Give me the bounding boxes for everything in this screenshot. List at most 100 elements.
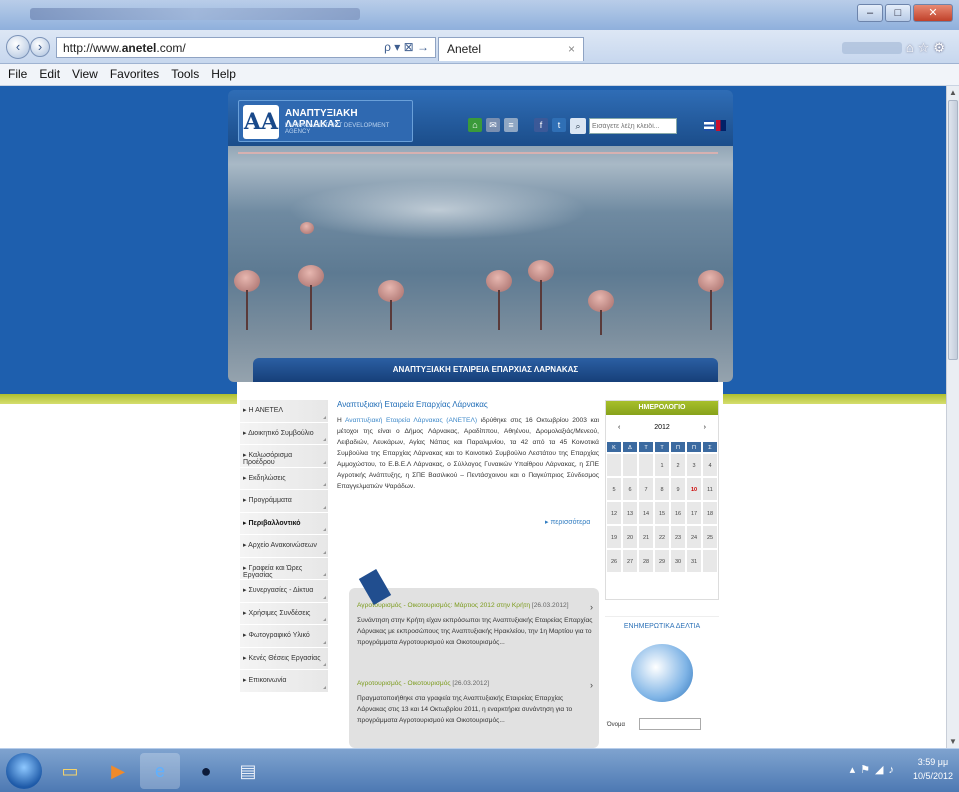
news-title[interactable]: Αγροτουρισμός - Οικοτουρισμός: Μάρτιος 2… (357, 602, 530, 609)
search-input[interactable] (589, 118, 677, 134)
nav-item-programs[interactable]: ▸ Προγράμματα (240, 490, 328, 513)
news-title[interactable]: Αγροτουρισμός - Οικοτουρισμός (357, 680, 451, 687)
chevron-right-icon[interactable]: › (590, 680, 593, 690)
nav-item-contact[interactable]: ▸ Επικοινωνία (240, 670, 328, 693)
calendar-day[interactable]: 18 (702, 501, 718, 525)
calendar-day[interactable]: 6 (622, 477, 638, 501)
document-icon[interactable]: ▤ (228, 753, 268, 789)
calendar-day[interactable]: 13 (622, 501, 638, 525)
calendar-day[interactable]: 20 (622, 525, 638, 549)
mail-icon[interactable]: ✉ (486, 118, 500, 132)
calendar-day[interactable]: 4 (702, 453, 718, 477)
calendar-day[interactable]: 10 (686, 477, 702, 501)
nav-label: Αρχείο Ανακοινώσεων (248, 542, 317, 549)
calendar-day[interactable]: 27 (622, 549, 638, 573)
facebook-icon[interactable]: f (534, 118, 548, 132)
clock-date: 10/5/2012 (912, 771, 953, 781)
nav-item-photos[interactable]: ▸ Φωτογραφικό Υλικό (240, 625, 328, 648)
calendar-day[interactable]: 22 (654, 525, 670, 549)
news-heading: Αγροτουρισμός - Οικοτουρισμός: Μάρτιος 2… (357, 602, 593, 609)
nav-item-offices[interactable]: ▸ Γραφεία και Ώρες Εργασίας (240, 557, 328, 580)
menu-favorites[interactable]: Favorites (110, 67, 159, 82)
tab-close-icon[interactable]: × (568, 42, 575, 56)
scroll-up-icon[interactable]: ▲ (949, 88, 957, 97)
vertical-scrollbar[interactable]: ▲ ▼ (946, 86, 959, 748)
calendar-day[interactable]: 19 (606, 525, 622, 549)
calendar-day[interactable]: 26 (606, 549, 622, 573)
nav-item-networks[interactable]: ▸ Συνεργασίες - Δίκτυα (240, 580, 328, 603)
calendar-day[interactable]: 29 (654, 549, 670, 573)
menu-tools[interactable]: Tools (171, 67, 199, 82)
article-highlight-link[interactable]: Αναπτυξιακή Εταιρεία Λάρνακας (ΑΝΕΤΕΛ) (345, 417, 477, 424)
browser-tab[interactable]: Anetel × (438, 37, 584, 61)
calendar-day-header: Τ (654, 441, 670, 453)
close-button[interactable]: ✕ (913, 4, 953, 22)
calendar-day[interactable]: 17 (686, 501, 702, 525)
calendar-day[interactable]: 3 (686, 453, 702, 477)
flamingo (588, 290, 614, 312)
site-logo[interactable]: AA ΑΝΑΠΤΥΞΙΑΚΗ ΛΑΡΝΑΚΑΣ LARNACA DISTRICT… (238, 100, 413, 142)
forward-icon[interactable]: › (30, 37, 50, 57)
globe-icon[interactable]: ● (186, 753, 226, 789)
calendar-day[interactable]: 8 (654, 477, 670, 501)
media-player-icon[interactable]: ▶ (98, 753, 138, 789)
system-tray-icons[interactable]: ▴⚑◢♪ (850, 763, 899, 776)
news-item[interactable]: Αγροτουρισμός - Οικοτουρισμός: Μάρτιος 2… (357, 602, 593, 648)
calendar-day[interactable]: 28 (638, 549, 654, 573)
prev-month-icon[interactable]: ‹ (618, 415, 620, 441)
greek-flag-icon[interactable] (704, 120, 714, 131)
calendar-day[interactable]: 11 (702, 477, 718, 501)
twitter-icon[interactable]: t (552, 118, 566, 132)
more-link[interactable]: ▸ περισσότερα (545, 518, 590, 526)
nav-item-environment[interactable]: ▸ Περιβαλλοντικό (240, 512, 328, 535)
newsletter-name-input[interactable] (639, 718, 701, 730)
menu-view[interactable]: View (72, 67, 98, 82)
calendar-day[interactable]: 1 (654, 453, 670, 477)
calendar-day[interactable]: 25 (702, 525, 718, 549)
nav-item-jobs[interactable]: ▸ Κενές Θέσεις Εργασίας (240, 647, 328, 670)
next-month-icon[interactable]: › (704, 415, 706, 441)
chevron-right-icon[interactable]: › (590, 602, 593, 612)
calendar-day[interactable]: 31 (686, 549, 702, 573)
window-titlebar: – □ ✕ (0, 0, 959, 30)
news-item[interactable]: Αγροτουρισμός - Οικοτουρισμός [26.03.201… (357, 680, 593, 726)
clock[interactable]: 3:59 μμ 10/5/2012 (913, 755, 953, 783)
calendar-day[interactable]: 16 (670, 501, 686, 525)
folder-icon[interactable]: ▭ (50, 753, 90, 789)
nav-item-announcements[interactable]: ▸ Αρχείο Ανακοινώσεων (240, 535, 328, 558)
search-icon[interactable]: ⌕ (570, 118, 586, 134)
internet-explorer-icon[interactable]: e (140, 753, 180, 789)
address-bar[interactable]: http://www.anetel.com/ ρ ▾ ⊠ → (56, 37, 436, 58)
menu-edit[interactable]: Edit (39, 67, 60, 82)
menu-help[interactable]: Help (211, 67, 236, 82)
minimize-button[interactable]: – (857, 4, 883, 22)
nav-item-events[interactable]: ▸ Εκδηλώσεις (240, 467, 328, 490)
calendar-day[interactable]: 5 (606, 477, 622, 501)
uk-flag-icon[interactable] (716, 120, 726, 131)
calendar-day[interactable]: 9 (670, 477, 686, 501)
maximize-button[interactable]: □ (885, 4, 911, 22)
back-icon[interactable]: ‹ (6, 35, 30, 59)
nav-item-anetel[interactable]: ▸ Η ΑΝΕΤΕΛ (240, 400, 328, 423)
sitemap-icon[interactable]: ≡ (504, 118, 518, 132)
home-star-gear-icons[interactable]: ⌂☆⚙ (906, 40, 949, 56)
start-button[interactable] (6, 753, 42, 789)
calendar-day[interactable]: 12 (606, 501, 622, 525)
calendar-day[interactable]: 30 (670, 549, 686, 573)
scroll-down-icon[interactable]: ▼ (949, 737, 957, 746)
scroll-thumb[interactable] (948, 100, 958, 360)
nav-item-welcome[interactable]: ▸ Καλωσόρισμα Προέδρου (240, 445, 328, 468)
menu-file[interactable]: File (8, 67, 27, 82)
calendar-day-header: Π (670, 441, 686, 453)
calendar-day[interactable]: 15 (654, 501, 670, 525)
nav-item-board[interactable]: ▸ Διοικητικό Συμβούλιο (240, 422, 328, 445)
address-tools-icon[interactable]: ρ ▾ ⊠ → (384, 40, 429, 54)
calendar-day[interactable]: 24 (686, 525, 702, 549)
calendar-day[interactable]: 21 (638, 525, 654, 549)
calendar-day[interactable]: 23 (670, 525, 686, 549)
nav-item-links[interactable]: ▸ Χρήσιμες Συνδέσεις (240, 602, 328, 625)
calendar-day[interactable]: 2 (670, 453, 686, 477)
calendar-day[interactable]: 7 (638, 477, 654, 501)
calendar-day[interactable]: 14 (638, 501, 654, 525)
home-icon[interactable]: ⌂ (468, 118, 482, 132)
